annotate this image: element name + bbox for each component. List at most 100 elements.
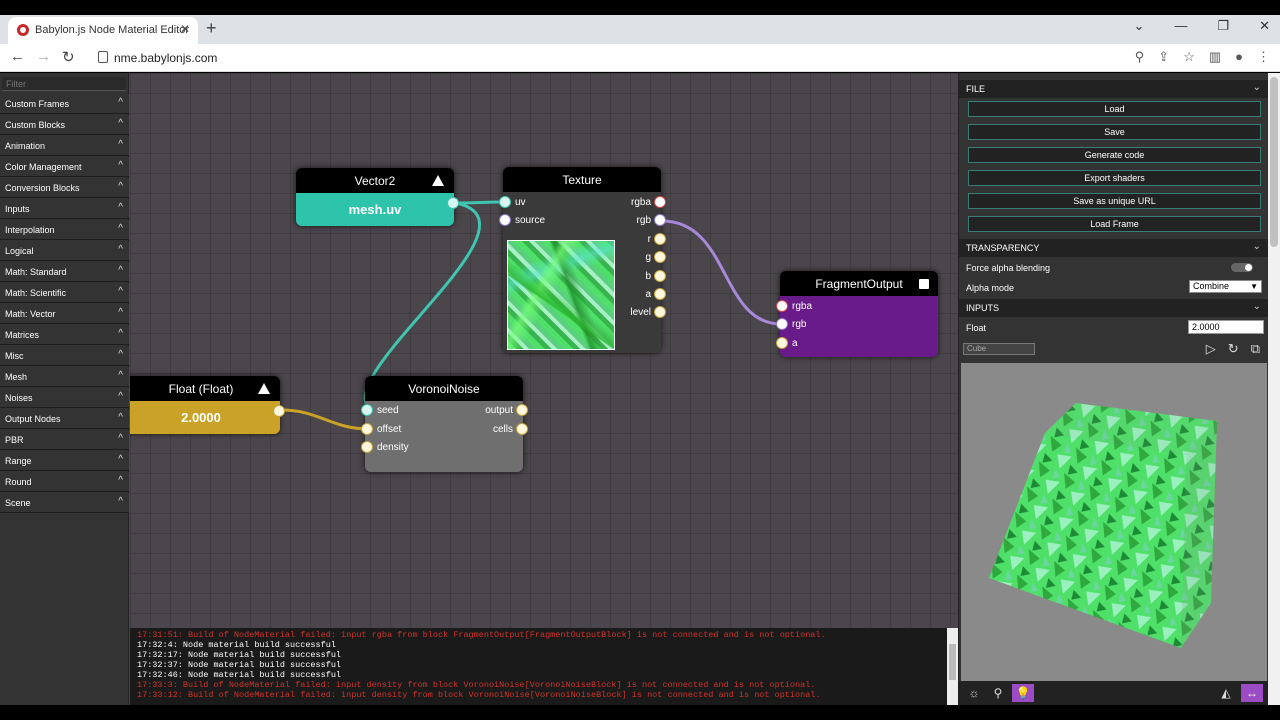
lightbulb-icon[interactable]: 💡 — [1012, 684, 1034, 702]
category-mesh[interactable]: Mesh ^ — [0, 367, 129, 387]
alpha-mode-select[interactable]: Combine ▼ — [1189, 280, 1262, 293]
node-texture[interactable]: Texture uv source rgba rgb r g b a level — [499, 167, 666, 353]
light-direction-icon[interactable]: ⚲ — [987, 684, 1009, 702]
input-port-rgb[interactable] — [776, 318, 788, 330]
browser-tab[interactable]: Babylon.js Node Material Editor ✕ — [8, 17, 198, 44]
node-fragment-output[interactable]: FragmentOutput rgba rgb a — [776, 271, 938, 357]
back-icon[interactable]: ← — [10, 48, 25, 65]
section-transparency-header[interactable]: TRANSPARENCY ⌄ — [959, 239, 1269, 257]
port-label: uv — [515, 197, 526, 208]
load-frame-button[interactable]: Load Frame — [968, 216, 1261, 232]
profile-icon[interactable]: ● — [1235, 49, 1243, 65]
log-line: 17:33:3: Build of NodeMaterial failed: i… — [137, 680, 816, 690]
category-scene[interactable]: Scene ^ — [0, 493, 129, 513]
category-custom-blocks[interactable]: Custom Blocks ^ — [0, 115, 129, 135]
output-port-output[interactable] — [516, 404, 528, 416]
save-button[interactable]: Save — [968, 124, 1261, 140]
collapse-triangle-icon[interactable] — [258, 383, 270, 394]
share-icon[interactable]: ⇪ — [1158, 49, 1169, 65]
preview-mesh-select[interactable]: Cube — [963, 343, 1035, 355]
menu-icon[interactable]: ⋮ — [1257, 49, 1270, 65]
node-value: 2.0000 — [181, 410, 221, 425]
float-value-input[interactable]: 2.0000 — [1188, 320, 1264, 334]
node-voronoi-noise[interactable]: VoronoiNoise seed offset density output … — [361, 376, 528, 472]
restore-icon[interactable]: ❐ — [1217, 18, 1229, 34]
category-logical[interactable]: Logical ^ — [0, 241, 129, 261]
output-port[interactable] — [273, 405, 285, 417]
page-scrollbar[interactable] — [1268, 73, 1280, 705]
output-port-a[interactable] — [654, 288, 666, 300]
material-preview[interactable] — [961, 363, 1267, 681]
category-math-scientific[interactable]: Math: Scientific ^ — [0, 283, 129, 303]
chevron-up-icon: ^ — [118, 349, 123, 360]
background-color-icon[interactable]: ◭ — [1215, 684, 1237, 702]
input-port-seed[interactable] — [361, 404, 373, 416]
scrollbar-thumb[interactable] — [1270, 77, 1278, 247]
close-window-icon[interactable]: ✕ — [1259, 18, 1270, 34]
load-button[interactable]: Load — [968, 101, 1261, 117]
sidepanel-icon[interactable]: ▥ — [1209, 49, 1221, 65]
save-unique-url-button[interactable]: Save as unique URL — [968, 193, 1261, 209]
category-output-nodes[interactable]: Output Nodes ^ — [0, 409, 129, 429]
category-round[interactable]: Round ^ — [0, 472, 129, 492]
close-icon[interactable]: ✕ — [180, 22, 190, 36]
section-file-header[interactable]: FILE ⌄ — [959, 80, 1269, 98]
category-range[interactable]: Range ^ — [0, 451, 129, 471]
category-animation[interactable]: Animation ^ — [0, 136, 129, 156]
category-math-standard[interactable]: Math: Standard ^ — [0, 262, 129, 282]
chevron-down-icon[interactable]: ⌄ — [1134, 18, 1145, 34]
category-noises[interactable]: Noises ^ — [0, 388, 129, 408]
category-inputs[interactable]: Inputs ^ — [0, 199, 129, 219]
log-line: 17:31:51: Build of NodeMaterial failed: … — [137, 630, 826, 640]
play-icon[interactable]: ▷ — [1206, 341, 1216, 357]
category-misc[interactable]: Misc ^ — [0, 346, 129, 366]
category-pbr[interactable]: PBR ^ — [0, 430, 129, 450]
port-label: a — [645, 289, 651, 300]
zoom-icon[interactable]: ⚲ — [1135, 49, 1145, 65]
category-math-vector[interactable]: Math: Vector ^ — [0, 304, 129, 324]
scrollbar-thumb[interactable] — [949, 644, 956, 680]
new-tab-button[interactable]: + — [206, 18, 217, 39]
output-port[interactable] — [447, 197, 459, 209]
section-inputs-header[interactable]: INPUTS ⌄ — [959, 299, 1269, 317]
node-vector2[interactable]: Vector2 mesh.uv — [296, 168, 459, 226]
square-icon[interactable] — [919, 279, 929, 289]
refresh-icon[interactable]: ↻ — [1228, 341, 1239, 357]
star-icon[interactable]: ☆ — [1183, 49, 1195, 65]
output-port-level[interactable] — [654, 306, 666, 318]
category-matrices[interactable]: Matrices ^ — [0, 325, 129, 345]
output-port-b[interactable] — [654, 270, 666, 282]
light-icon[interactable]: ☼ — [963, 684, 985, 702]
node-float[interactable]: Float (Float) 2.0000 — [130, 376, 285, 434]
generate-code-button[interactable]: Generate code — [968, 147, 1261, 163]
export-shaders-button[interactable]: Export shaders — [968, 170, 1261, 186]
reload-icon[interactable]: ↻ — [62, 48, 75, 66]
node-body: mesh.uv — [296, 193, 454, 226]
output-port-rgb[interactable] — [654, 214, 666, 226]
input-port-rgba[interactable] — [776, 300, 788, 312]
category-interpolation[interactable]: Interpolation ^ — [0, 220, 129, 240]
collapse-triangle-icon[interactable] — [432, 175, 444, 186]
address-bar[interactable]: nme.babylonjs.com — [88, 47, 1168, 69]
console-scrollbar[interactable] — [947, 628, 958, 705]
input-port-a[interactable] — [776, 337, 788, 349]
popout-icon[interactable]: ⧉ — [1251, 341, 1260, 357]
minimize-icon[interactable]: — — [1174, 18, 1187, 34]
input-port-uv[interactable] — [499, 196, 511, 208]
forward-icon[interactable]: → — [36, 48, 51, 65]
output-port-r[interactable] — [654, 233, 666, 245]
output-port-cells[interactable] — [516, 423, 528, 435]
layout-toggle-icon[interactable]: ↔ — [1241, 684, 1263, 702]
input-port-offset[interactable] — [361, 423, 373, 435]
graph-canvas[interactable]: Vector2 mesh.uv Texture uv source rgba r… — [130, 73, 958, 628]
filter-input[interactable] — [2, 77, 126, 91]
force-alpha-toggle[interactable] — [1231, 263, 1253, 272]
output-port-g[interactable] — [654, 251, 666, 263]
input-port-source[interactable] — [499, 214, 511, 226]
category-custom-frames[interactable]: Custom Frames ^ — [0, 94, 129, 114]
input-port-density[interactable] — [361, 441, 373, 453]
category-color-management[interactable]: Color Management ^ — [0, 157, 129, 177]
output-port-rgba[interactable] — [654, 196, 666, 208]
node-title: Vector2 — [354, 174, 396, 188]
category-conversion-blocks[interactable]: Conversion Blocks ^ — [0, 178, 129, 198]
